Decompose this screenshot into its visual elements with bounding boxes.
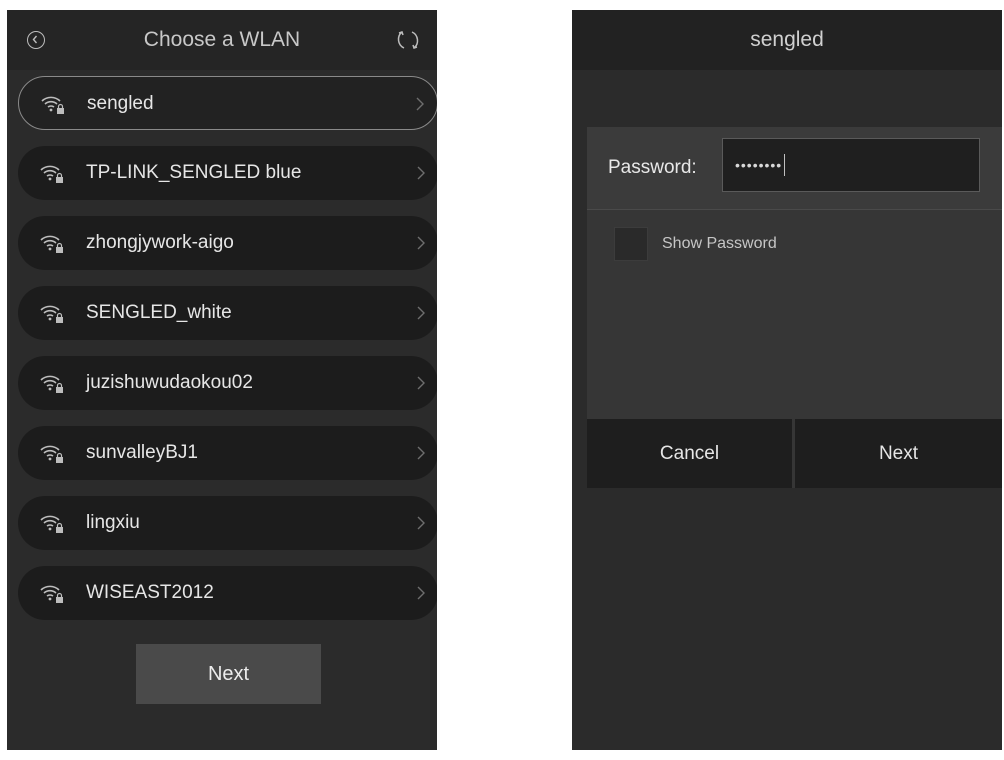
top-bar: Choose a WLAN bbox=[7, 10, 437, 70]
wlan-item[interactable]: sengled bbox=[18, 76, 437, 130]
password-screen: sengled Password: Show Password Cancel N… bbox=[572, 10, 1002, 750]
top-bar: sengled bbox=[572, 10, 1002, 70]
page-title: Choose a WLAN bbox=[143, 28, 301, 51]
wlan-item[interactable]: lingxiu bbox=[18, 496, 437, 550]
chevron-right-icon bbox=[416, 585, 426, 601]
password-label: Password: bbox=[608, 157, 697, 178]
chevron-right-icon bbox=[415, 96, 425, 112]
wlan-name: lingxiu bbox=[86, 512, 140, 533]
show-password-label: Show Password bbox=[662, 235, 777, 252]
chevron-right-icon bbox=[416, 375, 426, 391]
wifi-lock-icon bbox=[40, 162, 64, 184]
chevron-right-icon bbox=[416, 165, 426, 181]
refresh-icon[interactable] bbox=[395, 27, 421, 53]
wlan-name: juzishuwudaokou02 bbox=[86, 372, 253, 393]
wlan-name: TP-LINK_SENGLED blue bbox=[86, 162, 302, 183]
wifi-lock-icon bbox=[40, 302, 64, 324]
wlan-name: sengled bbox=[87, 93, 154, 114]
wlan-list-screen: Choose a WLAN sengled TP-LINK_SENGLED blu… bbox=[7, 10, 437, 750]
cancel-button[interactable]: Cancel bbox=[587, 419, 792, 488]
wifi-lock-icon bbox=[41, 93, 65, 115]
password-dialog: Password: Show Password Cancel Next bbox=[587, 127, 1002, 488]
wifi-lock-icon bbox=[40, 442, 64, 464]
wlan-name: sunvalleyBJ1 bbox=[86, 442, 198, 463]
wifi-lock-icon bbox=[40, 512, 64, 534]
password-row: Password: bbox=[587, 127, 1002, 210]
wlan-list: sengled TP-LINK_SENGLED blue zhongjywork-a… bbox=[18, 76, 437, 636]
wlan-item[interactable]: TP-LINK_SENGLED blue bbox=[18, 146, 437, 200]
next-button[interactable]: Next bbox=[136, 644, 321, 704]
wlan-name: SENGLED_white bbox=[86, 302, 232, 323]
wlan-item[interactable]: zhongjywork-aigo bbox=[18, 216, 437, 270]
dialog-buttons: Cancel Next bbox=[587, 419, 1002, 488]
password-input[interactable] bbox=[722, 138, 980, 192]
network-title: sengled bbox=[750, 28, 824, 51]
show-password-checkbox[interactable] bbox=[614, 227, 648, 261]
wlan-name: zhongjywork-aigo bbox=[86, 232, 234, 253]
wifi-lock-icon bbox=[40, 372, 64, 394]
wlan-item[interactable]: juzishuwudaokou02 bbox=[18, 356, 437, 410]
chevron-right-icon bbox=[416, 515, 426, 531]
chevron-right-icon bbox=[416, 235, 426, 251]
wifi-lock-icon bbox=[40, 582, 64, 604]
wlan-item[interactable]: SENGLED_white bbox=[18, 286, 437, 340]
wlan-item[interactable]: sunvalleyBJ1 bbox=[18, 426, 437, 480]
text-caret bbox=[784, 154, 785, 176]
chevron-right-icon bbox=[416, 445, 426, 461]
dialog-next-button[interactable]: Next bbox=[795, 419, 1002, 488]
wlan-item[interactable]: WISEAST2012 bbox=[18, 566, 437, 620]
wifi-lock-icon bbox=[40, 232, 64, 254]
chevron-right-icon bbox=[416, 305, 426, 321]
wlan-name: WISEAST2012 bbox=[86, 582, 214, 603]
